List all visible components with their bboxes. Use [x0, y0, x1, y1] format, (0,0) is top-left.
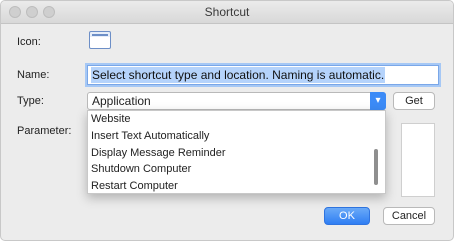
name-input[interactable]: Select shortcut type and location. Namin… — [87, 65, 439, 85]
title-bar: Shortcut — [1, 1, 453, 24]
icon-label: Icon: — [17, 36, 41, 48]
dropdown-item-website[interactable]: Website — [88, 111, 385, 128]
shortcut-dialog: Shortcut Icon: Name: Select shortcut typ… — [0, 0, 454, 241]
dropdown-item-insert-text[interactable]: Insert Text Automatically — [88, 128, 385, 145]
dropdown-item-display-message[interactable]: Display Message Reminder — [88, 145, 385, 162]
type-select-value: Application — [92, 94, 151, 108]
window-icon[interactable] — [89, 31, 111, 49]
cancel-button[interactable]: Cancel — [383, 207, 435, 225]
name-input-selection: Select shortcut type and location. Namin… — [91, 67, 386, 83]
parameter-field[interactable] — [401, 123, 435, 197]
chevron-down-icon[interactable]: ▾ — [370, 92, 386, 110]
dropdown-item-restart[interactable]: Restart Computer — [88, 178, 385, 195]
dropdown-scrollbar[interactable] — [374, 149, 378, 185]
ok-button[interactable]: OK — [324, 207, 370, 225]
type-dropdown-menu[interactable]: Website Insert Text Automatically Displa… — [87, 110, 386, 194]
dropdown-item-shutdown[interactable]: Shutdown Computer — [88, 161, 385, 178]
get-button[interactable]: Get — [393, 92, 435, 110]
window-title: Shortcut — [204, 5, 250, 19]
parameter-label: Parameter: — [17, 125, 72, 137]
name-label: Name: — [17, 69, 50, 81]
type-select[interactable]: Application ▾ — [87, 92, 386, 110]
type-label: Type: — [17, 95, 44, 107]
